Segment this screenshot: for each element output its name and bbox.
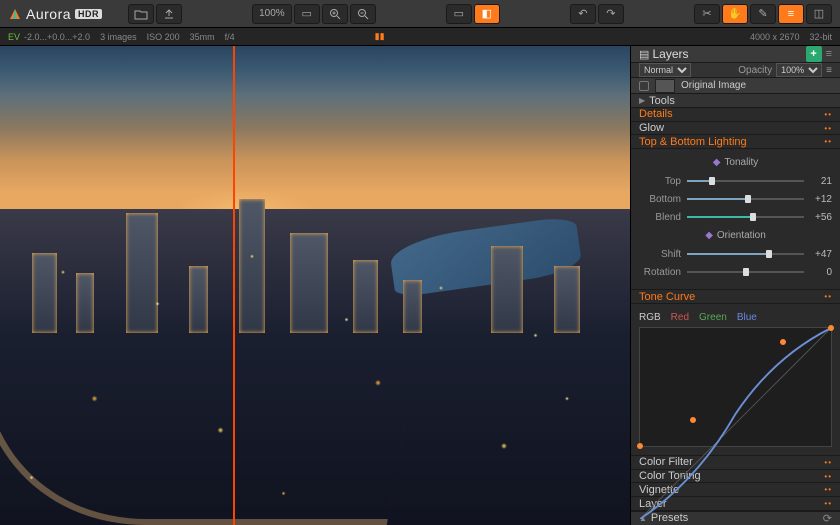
undo-button[interactable]: ↶ bbox=[570, 4, 596, 24]
collapse-icon: ▶ bbox=[639, 96, 645, 105]
tools-header[interactable]: ▶ Tools bbox=[631, 94, 840, 108]
slider-value-shift: +47 bbox=[810, 249, 832, 260]
layer-name: Original Image bbox=[681, 80, 746, 91]
section-top-bottom-lighting[interactable]: Top & Bottom Lighting •• bbox=[631, 135, 840, 149]
top-toolbar: Aurora HDR 100% ▭ ▭ ◧ ↶ ↷ ✂ ✋ ✎ bbox=[0, 0, 840, 28]
brush-tool-button[interactable]: ✎ bbox=[750, 4, 776, 24]
slider-label-blend: Blend bbox=[639, 212, 681, 223]
hand-tool-button[interactable]: ✋ bbox=[722, 4, 748, 24]
opacity-label: Opacity bbox=[738, 65, 772, 76]
blend-row: Normal Opacity 100% ≡ bbox=[631, 63, 840, 78]
curve-tab-red[interactable]: Red bbox=[671, 312, 689, 323]
compare-divider[interactable] bbox=[233, 46, 235, 525]
iso-value: ISO 200 bbox=[147, 32, 180, 42]
open-button[interactable] bbox=[128, 4, 154, 24]
zoom-value[interactable]: 100% bbox=[252, 4, 292, 24]
ev-values: -2.0...+0.0...+2.0 bbox=[24, 32, 90, 42]
slider-value-blend: +56 bbox=[810, 212, 832, 223]
compare-single-button[interactable]: ▭ bbox=[446, 4, 472, 24]
top-bottom-body: ◆Tonality Top 21 Bottom +12 Blend +56 ◆O… bbox=[631, 149, 840, 290]
opacity-select[interactable]: 100% bbox=[776, 63, 822, 77]
section-details[interactable]: Details •• bbox=[631, 108, 840, 122]
section-indicator-icon: •• bbox=[824, 292, 832, 301]
aperture: f/4 bbox=[225, 32, 235, 42]
curve-tab-green[interactable]: Green bbox=[699, 312, 727, 323]
tools-title: Tools bbox=[649, 95, 675, 107]
compare-split-button[interactable]: ◧ bbox=[474, 4, 500, 24]
image-dimensions: 4000 x 2670 bbox=[750, 32, 800, 42]
layers-menu-button[interactable]: ≡ bbox=[826, 48, 832, 60]
slider-bottom[interactable] bbox=[687, 198, 804, 200]
info-strip: EV -2.0...+0.0...+2.0 3 images ISO 200 3… bbox=[0, 28, 840, 46]
redo-button[interactable]: ↷ bbox=[598, 4, 624, 24]
slider-rotation[interactable] bbox=[687, 271, 804, 273]
focal-length: 35mm bbox=[190, 32, 215, 42]
compare-indicator-icon: ▮▮ bbox=[375, 31, 385, 42]
orientation-title: Orientation bbox=[717, 230, 766, 241]
slider-label-rotation: Rotation bbox=[639, 267, 681, 278]
slider-label-shift: Shift bbox=[639, 249, 681, 260]
export-button[interactable] bbox=[156, 4, 182, 24]
right-panel: ▤ Layers + ≡ Normal Opacity 100% ≡ Origi… bbox=[630, 46, 840, 525]
tone-curve-body: RGB Red Green Blue bbox=[631, 304, 840, 456]
image-count: 3 images bbox=[100, 32, 137, 42]
app-badge: HDR bbox=[75, 9, 102, 19]
slider-label-top: Top bbox=[639, 176, 681, 187]
curve-tab-blue[interactable]: Blue bbox=[737, 312, 757, 323]
brand: Aurora HDR bbox=[8, 6, 102, 22]
histogram-button[interactable]: ◫ bbox=[806, 4, 832, 24]
bit-depth: 32-bit bbox=[809, 32, 832, 42]
add-layer-button[interactable]: + bbox=[806, 46, 822, 62]
slider-value-top: 21 bbox=[810, 176, 832, 187]
crop-button[interactable]: ✂ bbox=[694, 4, 720, 24]
section-indicator-icon: •• bbox=[824, 137, 832, 146]
layers-toggle-button[interactable]: ≡ bbox=[778, 4, 804, 24]
section-indicator-icon: •• bbox=[824, 110, 832, 119]
zoom-in-button[interactable] bbox=[322, 4, 348, 24]
opacity-menu-icon[interactable]: ≡ bbox=[826, 65, 832, 76]
slider-label-bottom: Bottom bbox=[639, 194, 681, 205]
zoom-out-button[interactable] bbox=[350, 4, 376, 24]
app-name: Aurora bbox=[26, 6, 71, 22]
tonality-title: Tonality bbox=[724, 157, 758, 168]
layer-visibility-checkbox[interactable] bbox=[639, 81, 649, 91]
slider-top[interactable] bbox=[687, 180, 804, 182]
image-canvas[interactable] bbox=[0, 46, 630, 525]
blend-mode-select[interactable]: Normal bbox=[639, 63, 691, 77]
diamond-icon: ◆ bbox=[713, 157, 721, 168]
curve-tab-rgb[interactable]: RGB bbox=[639, 312, 661, 323]
layer-row-original[interactable]: Original Image bbox=[631, 78, 840, 94]
section-tone-curve[interactable]: Tone Curve •• bbox=[631, 290, 840, 304]
fit-button[interactable]: ▭ bbox=[294, 4, 320, 24]
app-logo-icon bbox=[8, 7, 22, 21]
slider-value-rotation: 0 bbox=[810, 267, 832, 278]
tone-curve-editor[interactable] bbox=[639, 327, 832, 447]
slider-value-bottom: +12 bbox=[810, 194, 832, 205]
section-indicator-icon: •• bbox=[824, 124, 832, 133]
layer-thumbnail bbox=[655, 79, 675, 93]
slider-blend[interactable] bbox=[687, 216, 804, 218]
diamond-icon: ◆ bbox=[705, 230, 713, 241]
layers-header: ▤ Layers + ≡ bbox=[631, 46, 840, 63]
section-glow[interactable]: Glow •• bbox=[631, 122, 840, 136]
slider-shift[interactable] bbox=[687, 253, 804, 255]
ev-label: EV bbox=[8, 32, 20, 42]
layers-icon: ▤ bbox=[639, 48, 649, 61]
layers-title: Layers bbox=[652, 47, 688, 61]
